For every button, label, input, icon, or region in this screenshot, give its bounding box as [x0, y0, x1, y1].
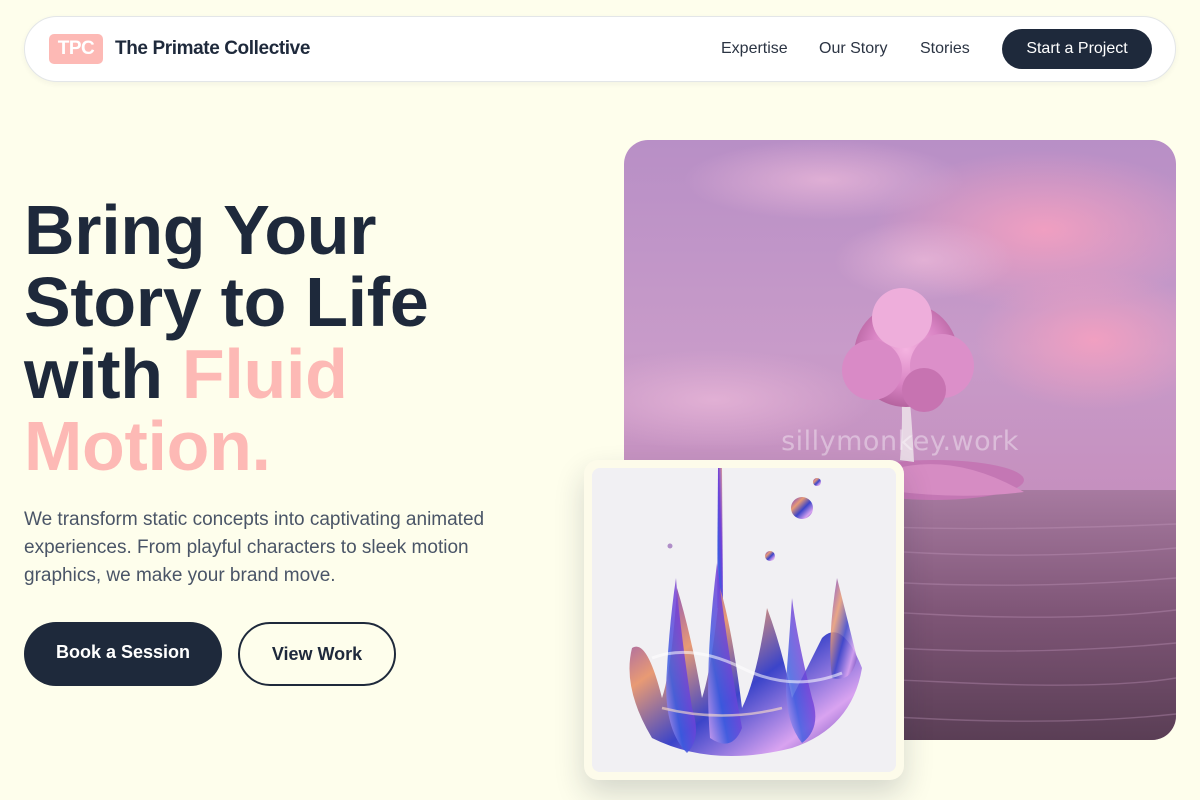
hero-description: We transform static concepts into captiv… [24, 509, 485, 586]
start-project-button[interactable]: Start a Project [1002, 29, 1152, 69]
view-work-button[interactable]: View Work [238, 622, 396, 686]
liquid-splash-illustration [592, 468, 896, 772]
hero-title-accent-motion: Motion. [24, 407, 271, 485]
hero-title-line-2: Story to Life [24, 263, 429, 341]
nav-link-stories[interactable]: Stories [920, 39, 970, 59]
liquid-splash-image [592, 468, 896, 772]
hero-title-accent-fluid: Fluid [181, 335, 348, 413]
logo-badge[interactable]: TPC [49, 34, 103, 64]
top-navbar: TPC The Primate Collective Expertise Our… [24, 16, 1176, 82]
hero-title-line-3-prefix: with [24, 335, 182, 413]
hero-title: Bring Your Story to Life with Fluid Moti… [24, 194, 584, 482]
nav-link-our-story[interactable]: Our Story [819, 39, 887, 59]
nav-link-expertise[interactable]: Expertise [721, 39, 788, 59]
book-session-button[interactable]: Book a Session [24, 622, 222, 686]
brand-name[interactable]: The Primate Collective [115, 37, 310, 61]
hero-title-line-1: Bring Your [24, 191, 377, 269]
featured-work-card[interactable] [584, 460, 904, 780]
watermark-text: sillymonkey.work [781, 426, 1019, 457]
